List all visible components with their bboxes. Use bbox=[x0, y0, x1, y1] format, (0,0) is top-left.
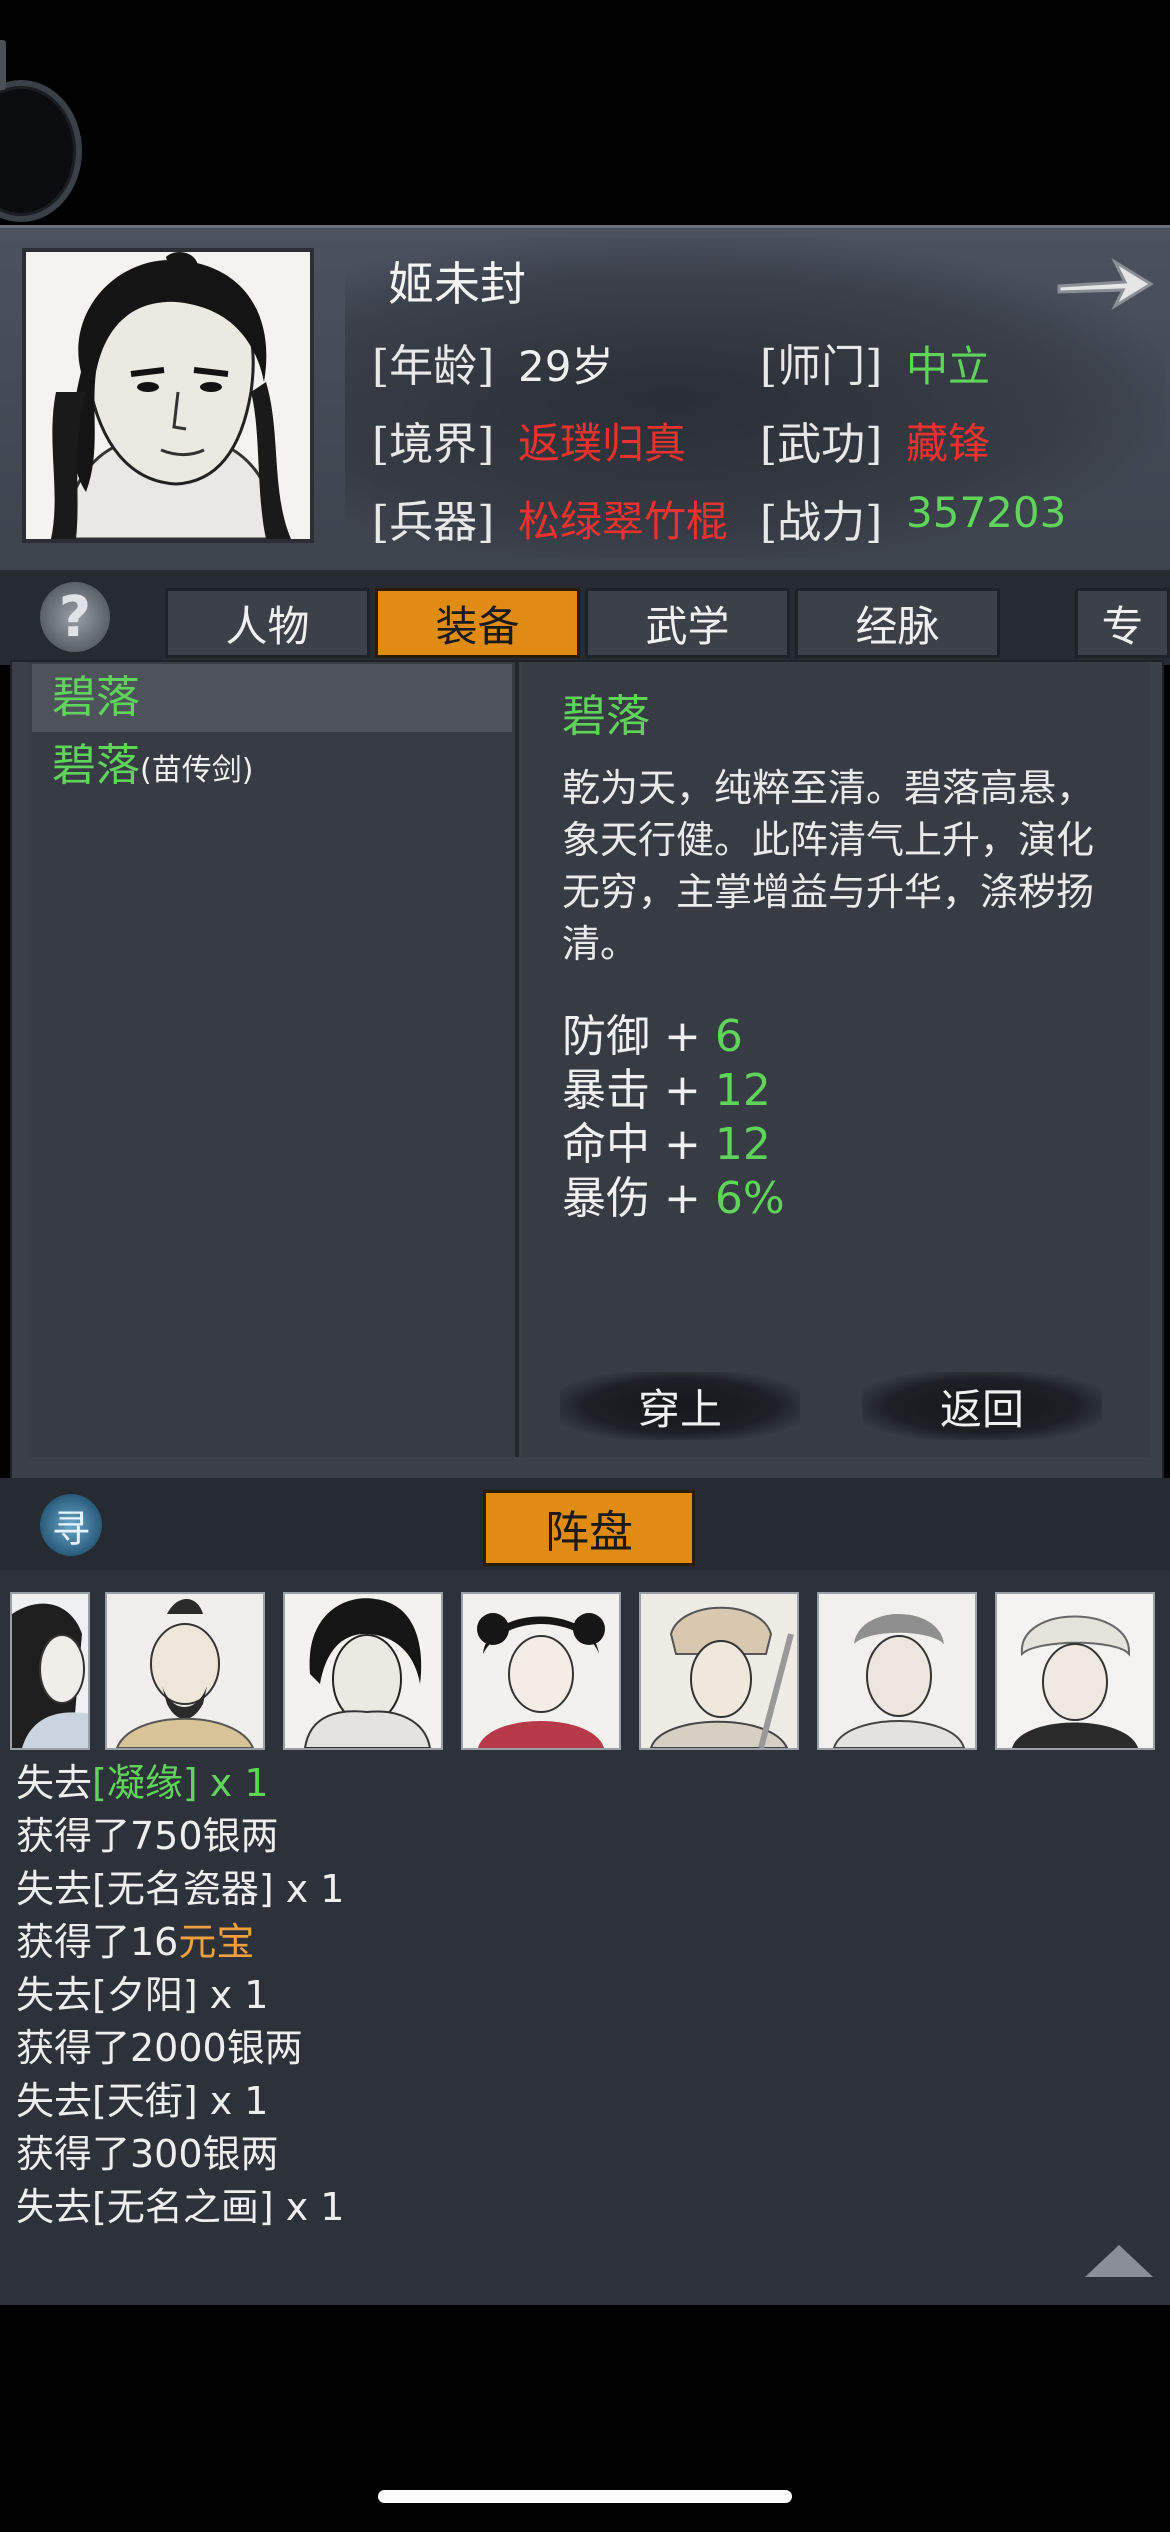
realm-value: 返璞归真 bbox=[518, 419, 687, 468]
party-member-card[interactable] bbox=[817, 1592, 977, 1750]
back-button[interactable]: 返回 bbox=[862, 1372, 1102, 1440]
help-icon[interactable]: ? bbox=[40, 582, 110, 652]
log-text: 获得了16 bbox=[16, 1920, 179, 1964]
log-text: 失去[天街] x 1 bbox=[16, 2079, 269, 2123]
detail-description: 乾为天，纯粹至清。碧落高悬，象天行健。此阵清气上升，演化无穷，主掌增益与升华，涤… bbox=[562, 766, 1095, 966]
attribute-name: 暴伤 bbox=[562, 1173, 650, 1224]
log-line: 获得了750银两 bbox=[16, 1805, 279, 1860]
log-text: 获得了2000银两 bbox=[16, 2026, 303, 2070]
character-portrait[interactable] bbox=[22, 248, 314, 543]
attribute-op: + bbox=[664, 1173, 701, 1224]
party-member-card[interactable] bbox=[995, 1592, 1155, 1750]
scroll-up-icon[interactable] bbox=[1085, 2245, 1153, 2277]
list-item[interactable]: 碧落(苗传剑) bbox=[32, 732, 512, 800]
party-member-card[interactable] bbox=[283, 1592, 443, 1750]
menu-orb-button[interactable] bbox=[0, 80, 82, 222]
power-label: [战力] bbox=[760, 497, 883, 548]
weapon-label: [兵器] bbox=[372, 497, 495, 548]
character-name: 姬未封 bbox=[388, 257, 526, 311]
party-member-card[interactable] bbox=[105, 1592, 265, 1750]
sect-label: [师门] bbox=[760, 341, 883, 392]
log-line: 失去[凝缘] x 1 bbox=[16, 1752, 269, 1807]
portrait-illustration bbox=[26, 252, 310, 539]
party-member-card[interactable] bbox=[639, 1592, 799, 1750]
sect-value: 中立 bbox=[906, 342, 991, 391]
attribute-row: 暴伤 + 6% bbox=[562, 1162, 785, 1226]
log-text: 失去[无名之画] x 1 bbox=[16, 2185, 345, 2229]
party-member-card[interactable] bbox=[10, 1592, 90, 1750]
tab-formation[interactable]: 阵盘 bbox=[483, 1490, 695, 1566]
martial-label: [武功] bbox=[760, 419, 883, 470]
power-value: 357203 bbox=[906, 488, 1067, 537]
list-item[interactable]: 碧落 bbox=[32, 664, 512, 732]
realm-label: [境界] bbox=[372, 419, 495, 470]
attribute-value: 6% bbox=[714, 1173, 785, 1224]
list-item-name: 碧落 bbox=[52, 672, 140, 723]
martial-value: 藏锋 bbox=[906, 419, 991, 468]
log-line: 失去[天街] x 1 bbox=[16, 2070, 268, 2125]
log-text: 失去 bbox=[16, 1761, 93, 1805]
log-highlight: 元宝 bbox=[178, 1920, 255, 1964]
weapon-value: 松绿翠竹棍 bbox=[518, 497, 729, 546]
tab-martial-arts[interactable]: 武学 bbox=[585, 588, 790, 658]
log-line: 失去[无名瓷器] x 1 bbox=[16, 1858, 344, 1913]
tab-special[interactable]: 专 bbox=[1075, 588, 1170, 658]
log-text: 获得了300银两 bbox=[16, 2132, 279, 2176]
tab-meridians[interactable]: 经脉 bbox=[795, 588, 1000, 658]
party-member-card[interactable] bbox=[461, 1592, 621, 1750]
log-line: 失去[无名之画] x 1 bbox=[16, 2176, 344, 2231]
log-suffix: x 1 bbox=[197, 1761, 269, 1805]
log-line: 失去[夕阳] x 1 bbox=[16, 1964, 268, 2019]
seek-icon[interactable]: 寻 bbox=[40, 1494, 102, 1556]
list-item-suffix: (苗传剑) bbox=[140, 753, 254, 788]
home-indicator[interactable] bbox=[378, 2490, 792, 2503]
log-highlight: [凝缘] bbox=[92, 1761, 198, 1805]
age-value: 29岁 bbox=[518, 342, 614, 391]
log-line: 获得了2000银两 bbox=[16, 2017, 303, 2072]
list-item-name: 碧落 bbox=[52, 740, 140, 791]
menu-orb-handle bbox=[0, 40, 6, 90]
log-text: 获得了750银两 bbox=[16, 1814, 279, 1858]
age-label: [年龄] bbox=[372, 341, 495, 392]
next-character-arrow-icon[interactable] bbox=[1055, 252, 1155, 314]
log-line: 获得了300银两 bbox=[16, 2123, 279, 2178]
log-text: 失去[无名瓷器] x 1 bbox=[16, 1867, 345, 1911]
log-line: 获得了16元宝 bbox=[16, 1911, 254, 1966]
log-text: 失去[夕阳] x 1 bbox=[16, 1973, 269, 2017]
tab-character[interactable]: 人物 bbox=[165, 588, 370, 658]
detail-title: 碧落 bbox=[562, 691, 650, 742]
tab-equipment[interactable]: 装备 bbox=[375, 588, 580, 658]
equip-button[interactable]: 穿上 bbox=[560, 1372, 800, 1440]
